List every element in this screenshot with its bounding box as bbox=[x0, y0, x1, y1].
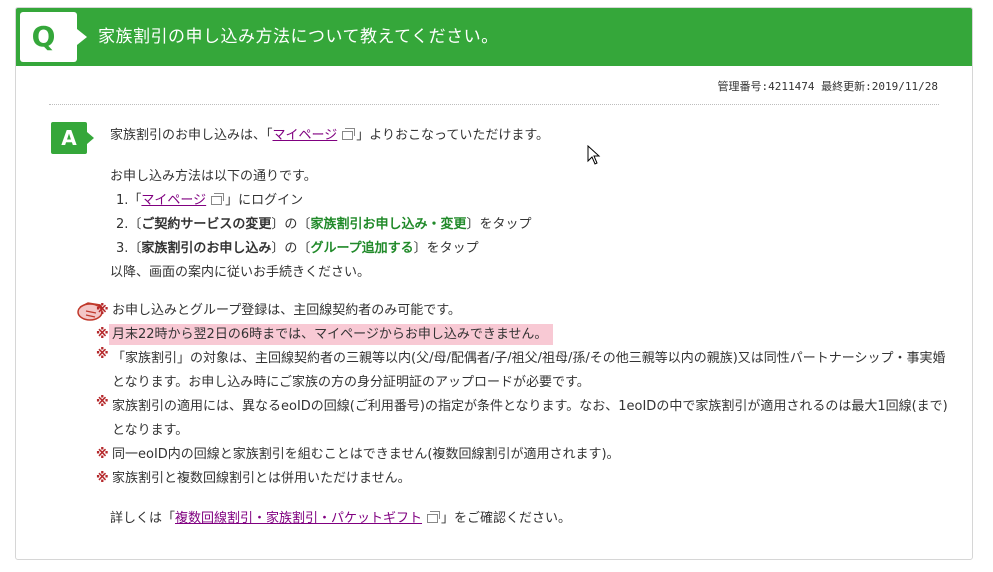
question-badge: Q bbox=[20, 12, 87, 62]
external-window-icon bbox=[211, 193, 225, 205]
dotted-divider bbox=[49, 104, 939, 105]
external-window-icon bbox=[342, 128, 356, 140]
note-1: ※ お申し込みとグループ登録は、主回線契約者のみ可能です。 bbox=[96, 299, 461, 318]
note-mark: ※ bbox=[96, 447, 109, 462]
step-3-number: 3.〔 bbox=[116, 241, 142, 256]
step-2-green: 家族割引お申し込み・変更 bbox=[310, 217, 467, 232]
detail-text-post: 」をご確認ください。 bbox=[441, 511, 572, 526]
intro-text-post: 」よりおこなっていただけます。 bbox=[356, 128, 550, 143]
step-1-number: 1.「 bbox=[116, 193, 142, 208]
step-3-green: グループ追加する bbox=[310, 241, 414, 256]
note-6: ※ 家族割引と複数回線割引とは併用いただけません。 bbox=[96, 467, 411, 486]
note-4-text: 家族割引の適用には、異なるeoIDの回線(ご利用番号)の指定が条件となります。な… bbox=[112, 399, 948, 438]
mouse-cursor-icon bbox=[587, 145, 601, 165]
question-title: 家族割引の申し込み方法について教えてください。 bbox=[98, 27, 499, 47]
step-2: 2.〔ご契約サービスの変更〕の〔家族割引お申し込み・変更〕をタップ bbox=[116, 213, 531, 232]
detail-text-pre: 詳しくは「 bbox=[110, 511, 176, 526]
note-6-text: 家族割引と複数回線割引とは併用いただけません。 bbox=[112, 471, 411, 486]
step-1-mypage-link[interactable]: マイページ bbox=[141, 193, 206, 208]
step-1: 1.「マイページ 」にログイン bbox=[116, 189, 303, 208]
discount-detail-link[interactable]: 複数回線割引・家族割引・パケットギフト bbox=[175, 511, 422, 526]
external-window-icon bbox=[427, 511, 441, 523]
intro-text-pre: 家族割引のお申し込みは、「 bbox=[110, 128, 273, 143]
step-2-mid: 〕の〔 bbox=[271, 217, 311, 232]
step-3: 3.〔家族割引のお申し込み〕の〔グループ追加する〕をタップ bbox=[116, 237, 479, 256]
note-mark: ※ bbox=[96, 471, 109, 486]
note-mark: ※ bbox=[96, 395, 109, 410]
note-mark: ※ bbox=[96, 303, 109, 318]
note-2-highlighted-text: 月末22時から翌2日の6時までは、マイページからお申し込みできません。 bbox=[109, 324, 554, 345]
step-3-text: 〕をタップ bbox=[413, 241, 479, 256]
method-heading: お申し込み方法は以下の通りです。 bbox=[110, 169, 317, 184]
faq-card: Q 家族割引の申し込み方法について教えてください。 管理番号:4211474 最… bbox=[15, 7, 973, 560]
note-5-text: 同一eoID内の回線と家族割引を組むことはできません(複数回線割引が適用されます… bbox=[112, 447, 620, 462]
step-2-bold: ご契約サービスの変更 bbox=[141, 217, 272, 232]
step-3-bold: 家族割引のお申し込み bbox=[141, 241, 272, 256]
note-mark: ※ bbox=[96, 347, 109, 362]
answer-badge: A bbox=[51, 122, 94, 154]
step-3-mid: 〕の〔 bbox=[271, 241, 311, 256]
note-2: ※ 月末22時から翌2日の6時までは、マイページからお申し込みできません。 bbox=[96, 323, 554, 345]
note-3: ※ 「家族割引」の対象は、主回線契約者の三親等以内(父/母/配偶者/子/祖父/祖… bbox=[96, 347, 956, 395]
mypage-link[interactable]: マイページ bbox=[273, 128, 338, 143]
article-meta: 管理番号:4211474 最終更新:2019/11/28 bbox=[717, 80, 938, 93]
note-5: ※ 同一eoID内の回線と家族割引を組むことはできません(複数回線割引が適用されま… bbox=[96, 443, 620, 462]
note-3-text: 「家族割引」の対象は、主回線契約者の三親等以内(父/母/配偶者/子/祖父/祖母/… bbox=[112, 351, 946, 390]
step-1-text: 」にログイン bbox=[225, 193, 304, 208]
note-4: ※ 家族割引の適用には、異なるeoIDの回線(ご利用番号)の指定が条件となります… bbox=[96, 395, 956, 443]
detail-line: 詳しくは「複数回線割引・家族割引・パケットギフト 」をご確認ください。 bbox=[110, 507, 571, 526]
note-1-text: お申し込みとグループ登録は、主回線契約者のみ可能です。 bbox=[112, 303, 461, 318]
step-2-text: 〕をタップ bbox=[466, 217, 532, 232]
question-badge-letter: Q bbox=[31, 20, 56, 53]
step-2-number: 2.〔 bbox=[116, 217, 142, 232]
question-header: Q 家族割引の申し込み方法について教えてください。 bbox=[16, 8, 972, 66]
answer-intro: 家族割引のお申し込みは、「マイページ 」よりおこなっていただけます。 bbox=[110, 124, 549, 143]
after-steps-text: 以降、画面の案内に従いお手続きください。 bbox=[110, 265, 371, 280]
